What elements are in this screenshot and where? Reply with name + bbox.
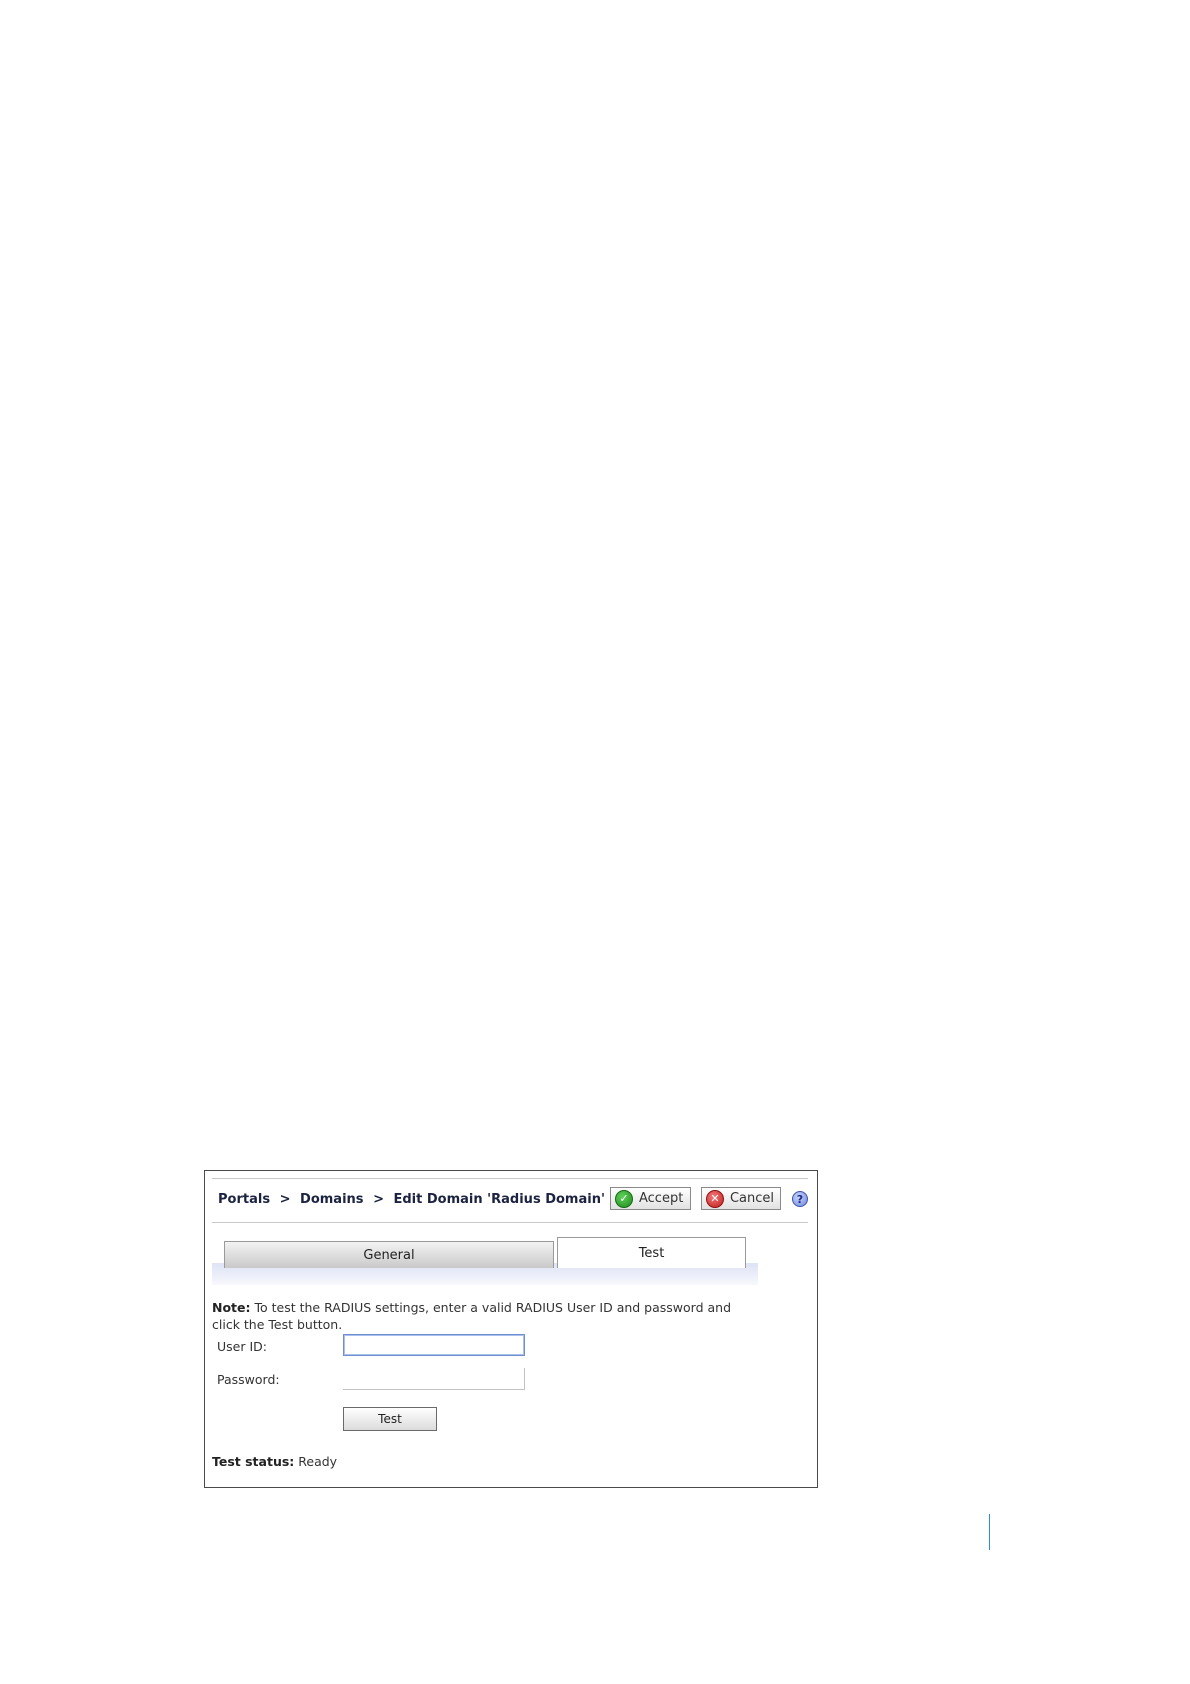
test-note: Note: To test the RADIUS settings, enter…: [212, 1299, 752, 1333]
test-status: Test status: Ready: [212, 1454, 337, 1469]
userid-input[interactable]: [343, 1334, 525, 1356]
check-circle-icon: ✓: [615, 1189, 633, 1208]
accept-button-label: Accept: [639, 1191, 684, 1206]
domain-edit-panel: Portals > Domains > Edit Domain 'Radius …: [204, 1170, 818, 1488]
x-circle-icon: ✕: [706, 1189, 724, 1208]
cancel-button[interactable]: ✕ Cancel: [701, 1187, 781, 1210]
note-text: To test the RADIUS settings, enter a val…: [212, 1300, 732, 1332]
accept-button[interactable]: ✓ Accept: [610, 1187, 691, 1210]
password-input[interactable]: [343, 1368, 525, 1390]
breadcrumb: Portals > Domains > Edit Domain 'Radius …: [218, 1192, 605, 1207]
breadcrumb-separator: >: [373, 1192, 384, 1207]
tab-general[interactable]: General: [224, 1241, 554, 1268]
tab-test[interactable]: Test: [557, 1237, 746, 1268]
password-label: Password:: [217, 1372, 280, 1387]
breadcrumb-current: Edit Domain 'Radius Domain': [393, 1192, 605, 1207]
note-label: Note:: [212, 1300, 251, 1315]
test-status-label: Test status:: [212, 1454, 295, 1469]
breadcrumb-domains[interactable]: Domains: [300, 1192, 364, 1207]
cancel-button-label: Cancel: [729, 1191, 774, 1206]
tab-bar: General Test: [212, 1237, 758, 1285]
test-button[interactable]: Test: [343, 1407, 437, 1431]
breadcrumb-separator: >: [279, 1192, 291, 1207]
page-marker-line: [989, 1514, 990, 1550]
userid-label: User ID:: [217, 1339, 267, 1354]
panel-header: Portals > Domains > Edit Domain 'Radius …: [212, 1178, 808, 1223]
help-icon[interactable]: ?: [792, 1191, 808, 1207]
test-status-value: Ready: [294, 1454, 338, 1469]
breadcrumb-portals[interactable]: Portals: [218, 1192, 270, 1207]
